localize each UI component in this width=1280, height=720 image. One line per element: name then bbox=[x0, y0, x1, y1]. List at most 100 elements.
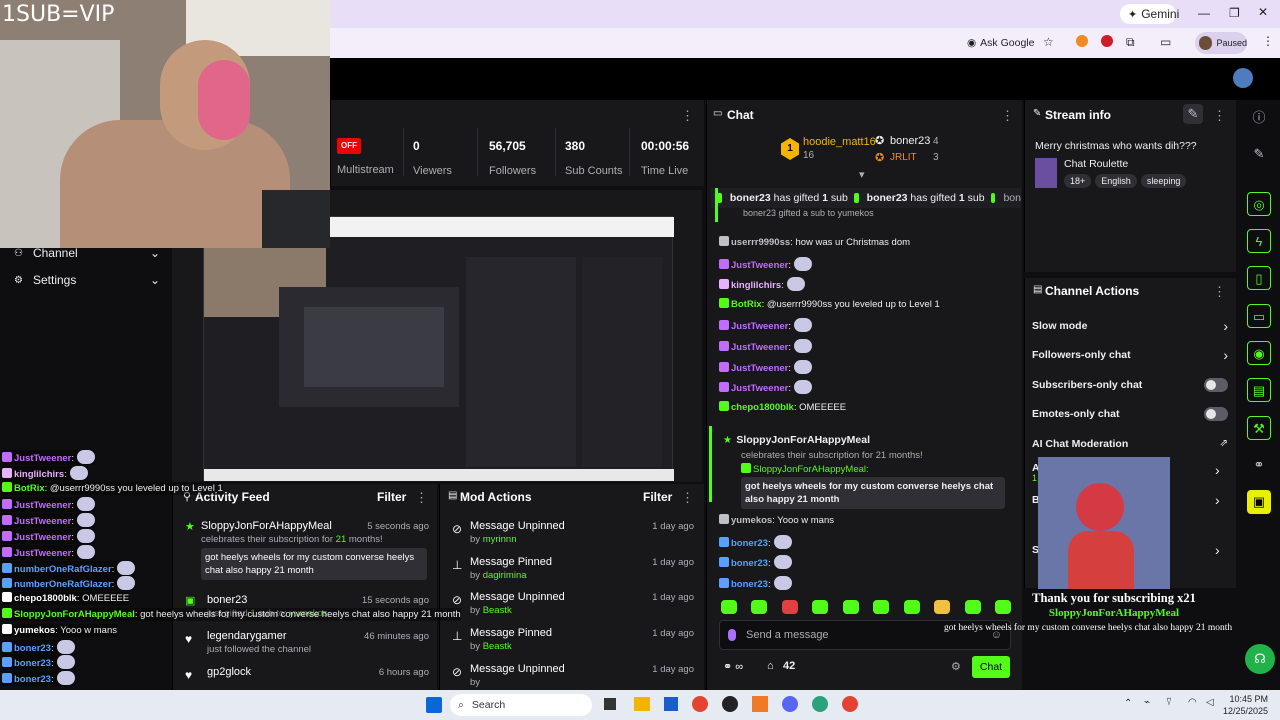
extension-icon[interactable] bbox=[1076, 35, 1088, 47]
emote-button[interactable] bbox=[873, 600, 890, 614]
channel-action-ai-chat-moderation[interactable]: AI Chat Moderation ⇗ bbox=[1032, 434, 1228, 454]
chat-username[interactable]: kinglilchirs bbox=[14, 469, 64, 480]
chat-username[interactable]: JustTweener bbox=[14, 453, 71, 464]
chat-username[interactable]: SloppyJonForAHappyMeal bbox=[14, 609, 135, 620]
network-icon[interactable]: ⌁ bbox=[1144, 697, 1150, 708]
toggle-switch[interactable] bbox=[1204, 407, 1228, 422]
chat-username[interactable]: BotRix bbox=[14, 483, 45, 494]
extension-icon[interactable] bbox=[1101, 35, 1113, 47]
chat-username[interactable]: JustTweener bbox=[731, 363, 788, 374]
wrench-icon[interactable]: ⚒ bbox=[1247, 416, 1271, 440]
chat-username[interactable]: boner23 bbox=[14, 674, 51, 685]
mic-icon[interactable] bbox=[728, 629, 736, 641]
layout-icon[interactable]: ▤ bbox=[1247, 378, 1271, 402]
more-icon[interactable]: ⋮ bbox=[681, 108, 694, 124]
pencil-icon[interactable]: ✎ bbox=[1247, 142, 1271, 166]
minimize-icon[interactable]: — bbox=[1198, 6, 1210, 20]
emote-button[interactable] bbox=[721, 600, 737, 614]
chat-username[interactable]: JustTweener bbox=[731, 383, 788, 394]
chat-username[interactable]: boner23 bbox=[14, 643, 51, 654]
toggle-switch[interactable] bbox=[1204, 377, 1228, 392]
chevron-right-icon[interactable]: › bbox=[1215, 492, 1220, 508]
chat-username[interactable]: JustTweener bbox=[14, 500, 71, 511]
emote-button[interactable] bbox=[934, 600, 951, 614]
chat-username[interactable]: numberOneRafGlazer bbox=[14, 579, 112, 590]
mic-icon[interactable]: ⍢ bbox=[1166, 697, 1172, 708]
chat-username[interactable]: JustTweener bbox=[731, 342, 788, 353]
chat-username[interactable]: JustTweener bbox=[731, 260, 788, 271]
more-icon[interactable]: ⋮ bbox=[1001, 108, 1014, 124]
chevron-right-icon[interactable]: › bbox=[1215, 462, 1220, 478]
lightning-icon[interactable]: ϟ bbox=[1247, 229, 1271, 253]
community-icon[interactable]: ⚭ ∞ bbox=[723, 660, 743, 673]
explorer-icon[interactable] bbox=[634, 697, 650, 711]
chat-username[interactable]: kinglilchirs bbox=[731, 280, 781, 291]
emote-button[interactable] bbox=[781, 600, 798, 614]
task-view-icon[interactable] bbox=[604, 698, 616, 710]
emote-button[interactable] bbox=[751, 600, 768, 614]
channel-action-subscribers-only-chat[interactable]: Subscribers-only chat bbox=[1032, 375, 1228, 395]
chat-username[interactable]: boner23 bbox=[731, 558, 768, 569]
chevron-right-icon[interactable]: › bbox=[1215, 542, 1220, 558]
emote-button[interactable] bbox=[964, 600, 981, 614]
volume-icon[interactable]: ◁ bbox=[1206, 697, 1214, 708]
tag[interactable]: sleeping bbox=[1140, 174, 1187, 188]
ask-google-button[interactable]: ◉ Ask Google bbox=[967, 34, 1034, 52]
chrome-icon[interactable] bbox=[692, 696, 708, 712]
star-icon[interactable]: ☆ bbox=[1043, 35, 1054, 49]
chevron-up-icon[interactable]: ⌃ bbox=[1124, 698, 1132, 709]
edit-icon[interactable]: ✎ bbox=[1183, 104, 1203, 124]
app-icon[interactable] bbox=[752, 696, 768, 712]
emote-button[interactable] bbox=[842, 600, 859, 614]
chat-username[interactable]: boner23 bbox=[731, 538, 768, 549]
emote-button[interactable] bbox=[903, 600, 920, 614]
discord-icon[interactable] bbox=[782, 696, 798, 712]
store-icon[interactable] bbox=[664, 697, 678, 711]
taskbar-search[interactable]: ⌕ Search bbox=[450, 694, 592, 716]
tag[interactable]: 18+ bbox=[1064, 174, 1092, 188]
broadcast-icon[interactable]: ◉ bbox=[1247, 341, 1271, 365]
more-icon[interactable]: ⋮ bbox=[415, 490, 428, 506]
chat-username[interactable]: chepo1800blk bbox=[731, 402, 794, 413]
chat-username[interactable]: yumekos bbox=[14, 625, 55, 636]
emote-button[interactable] bbox=[994, 600, 1011, 614]
gift-icon[interactable]: ▣ bbox=[1247, 490, 1271, 514]
chrome-icon[interactable] bbox=[842, 696, 858, 712]
chat-icon[interactable]: ▭ bbox=[1247, 304, 1271, 328]
clock[interactable]: 10:45 PM 12/25/2025 bbox=[1222, 693, 1268, 717]
gear-icon[interactable]: ⚙ bbox=[951, 660, 961, 673]
chat-username[interactable]: chepo1800blk bbox=[14, 593, 77, 604]
app-icon[interactable] bbox=[722, 696, 738, 712]
chat-username[interactable]: boner23 bbox=[14, 658, 51, 669]
start-icon[interactable] bbox=[426, 697, 442, 713]
filter-button[interactable]: Filter bbox=[643, 490, 672, 504]
wifi-icon[interactable]: ◠ bbox=[1188, 697, 1197, 708]
tag[interactable]: English bbox=[1095, 174, 1137, 188]
chat-username[interactable]: BotRix bbox=[731, 299, 762, 310]
collapse-icon[interactable]: ▾ bbox=[859, 168, 865, 181]
close-icon[interactable]: ✕ bbox=[1258, 5, 1268, 19]
sidebar-item-settings[interactable]: ⚙ Settings ⌄ bbox=[14, 273, 160, 287]
user-avatar[interactable] bbox=[1233, 68, 1253, 88]
restore-icon[interactable]: ❐ bbox=[1229, 6, 1240, 20]
channel-action-followers-only-chat[interactable]: Followers-only chat › bbox=[1032, 345, 1228, 365]
media-icon[interactable]: ▭ bbox=[1160, 35, 1171, 49]
chat-username[interactable]: JustTweener bbox=[731, 321, 788, 332]
gemini-button[interactable]: ✦ Gemini bbox=[1120, 4, 1179, 24]
more-icon[interactable]: ⋮ bbox=[1213, 108, 1226, 124]
puzzle-icon[interactable]: ⧉ bbox=[1126, 35, 1135, 50]
more-icon[interactable]: ⋮ bbox=[681, 490, 694, 506]
chat-username[interactable]: JustTweener bbox=[14, 516, 71, 527]
chat-username[interactable]: numberOneRafGlazer bbox=[14, 564, 112, 575]
send-chat-button[interactable]: Chat bbox=[972, 656, 1010, 678]
menu-icon[interactable]: ⋮ bbox=[1262, 34, 1274, 48]
app-icon[interactable] bbox=[812, 696, 828, 712]
document-icon[interactable]: ▯ bbox=[1247, 266, 1271, 290]
target-icon[interactable]: ◎ bbox=[1247, 192, 1271, 216]
more-icon[interactable]: ⋮ bbox=[1213, 284, 1226, 300]
info-icon[interactable]: ⓘ bbox=[1247, 106, 1271, 130]
chat-username[interactable]: yumekos bbox=[731, 515, 772, 526]
channel-action-emotes-only-chat[interactable]: Emotes-only chat bbox=[1032, 404, 1228, 424]
sidebar-item-channel[interactable]: ⚇ Channel ⌄ bbox=[14, 246, 160, 260]
community-icon[interactable]: ⚭ bbox=[1247, 453, 1271, 477]
